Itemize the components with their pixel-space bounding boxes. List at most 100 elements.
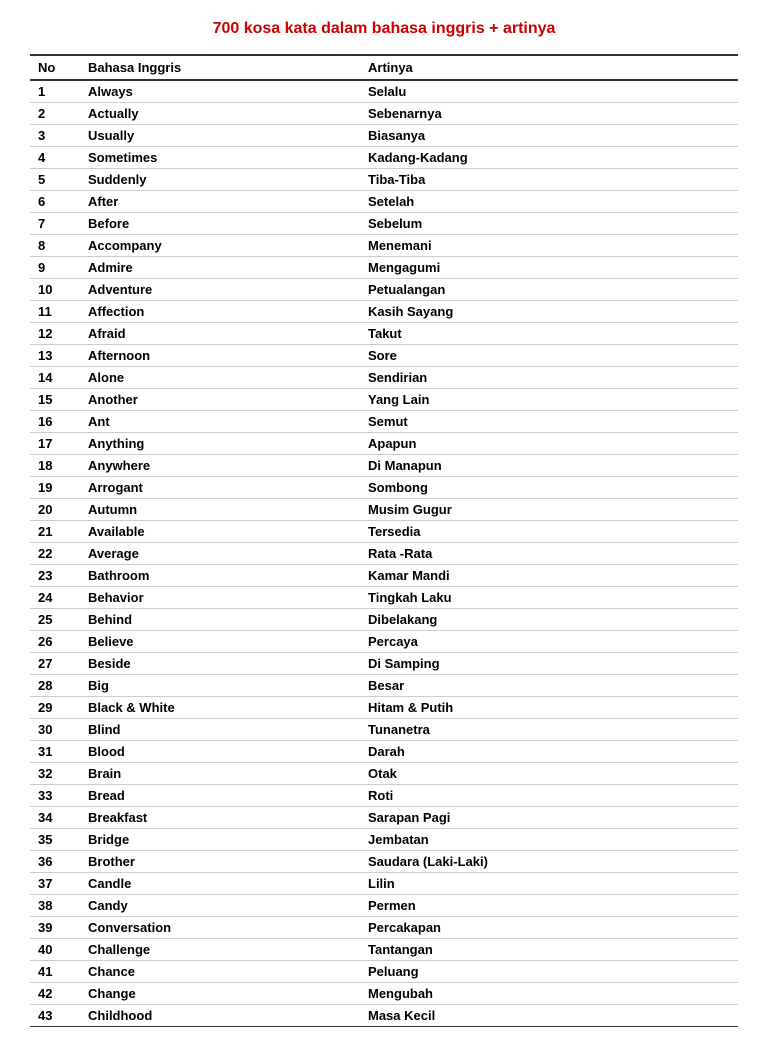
cell-number: 12: [30, 323, 80, 345]
cell-english: Black & White: [80, 697, 360, 719]
cell-english: Conversation: [80, 917, 360, 939]
vocabulary-table: No Bahasa Inggris Artinya 1AlwaysSelalu2…: [30, 54, 738, 1027]
cell-number: 1: [30, 80, 80, 103]
cell-number: 5: [30, 169, 80, 191]
cell-english: Always: [80, 80, 360, 103]
cell-number: 6: [30, 191, 80, 213]
cell-meaning: Tunanetra: [360, 719, 738, 741]
cell-english: Suddenly: [80, 169, 360, 191]
cell-number: 32: [30, 763, 80, 785]
table-row: 21AvailableTersedia: [30, 521, 738, 543]
cell-english: Candle: [80, 873, 360, 895]
cell-meaning: Sarapan Pagi: [360, 807, 738, 829]
table-row: 1AlwaysSelalu: [30, 80, 738, 103]
table-row: 17AnythingApapun: [30, 433, 738, 455]
cell-number: 7: [30, 213, 80, 235]
cell-number: 4: [30, 147, 80, 169]
cell-number: 40: [30, 939, 80, 961]
cell-number: 28: [30, 675, 80, 697]
cell-english: Believe: [80, 631, 360, 653]
cell-meaning: Sore: [360, 345, 738, 367]
table-row: 26BelievePercaya: [30, 631, 738, 653]
cell-meaning: Percakapan: [360, 917, 738, 939]
table-header: No Bahasa Inggris Artinya: [30, 55, 738, 80]
table-row: 34BreakfastSarapan Pagi: [30, 807, 738, 829]
cell-meaning: Tingkah Laku: [360, 587, 738, 609]
cell-english: Brother: [80, 851, 360, 873]
cell-english: Bathroom: [80, 565, 360, 587]
cell-english: Average: [80, 543, 360, 565]
cell-number: 20: [30, 499, 80, 521]
cell-english: Actually: [80, 103, 360, 125]
cell-meaning: Setelah: [360, 191, 738, 213]
cell-number: 35: [30, 829, 80, 851]
cell-number: 33: [30, 785, 80, 807]
table-row: 41ChancePeluang: [30, 961, 738, 983]
cell-meaning: Rata -Rata: [360, 543, 738, 565]
cell-meaning: Tiba-Tiba: [360, 169, 738, 191]
cell-number: 26: [30, 631, 80, 653]
cell-english: Before: [80, 213, 360, 235]
cell-meaning: Di Samping: [360, 653, 738, 675]
cell-meaning: Yang Lain: [360, 389, 738, 411]
table-row: 22AverageRata -Rata: [30, 543, 738, 565]
cell-number: 10: [30, 279, 80, 301]
header-row: No Bahasa Inggris Artinya: [30, 55, 738, 80]
cell-number: 13: [30, 345, 80, 367]
table-body: 1AlwaysSelalu2ActuallySebenarnya3Usually…: [30, 80, 738, 1027]
cell-meaning: Semut: [360, 411, 738, 433]
cell-number: 19: [30, 477, 80, 499]
cell-english: Candy: [80, 895, 360, 917]
cell-english: Sometimes: [80, 147, 360, 169]
cell-number: 8: [30, 235, 80, 257]
cell-meaning: Sebenarnya: [360, 103, 738, 125]
cell-english: After: [80, 191, 360, 213]
cell-english: Afternoon: [80, 345, 360, 367]
table-row: 12AfraidTakut: [30, 323, 738, 345]
table-row: 14AloneSendirian: [30, 367, 738, 389]
table-row: 11AffectionKasih Sayang: [30, 301, 738, 323]
cell-number: 16: [30, 411, 80, 433]
cell-english: Behavior: [80, 587, 360, 609]
cell-meaning: Selalu: [360, 80, 738, 103]
cell-meaning: Darah: [360, 741, 738, 763]
cell-number: 18: [30, 455, 80, 477]
cell-meaning: Petualangan: [360, 279, 738, 301]
cell-number: 41: [30, 961, 80, 983]
cell-meaning: Otak: [360, 763, 738, 785]
cell-english: Adventure: [80, 279, 360, 301]
cell-english: Another: [80, 389, 360, 411]
table-row: 42ChangeMengubah: [30, 983, 738, 1005]
cell-meaning: Musim Gugur: [360, 499, 738, 521]
cell-meaning: Mengagumi: [360, 257, 738, 279]
table-row: 40ChallengeTantangan: [30, 939, 738, 961]
cell-meaning: Mengubah: [360, 983, 738, 1005]
table-row: 25BehindDibelakang: [30, 609, 738, 631]
cell-english: Available: [80, 521, 360, 543]
cell-meaning: Hitam & Putih: [360, 697, 738, 719]
cell-english: Behind: [80, 609, 360, 631]
cell-english: Beside: [80, 653, 360, 675]
cell-english: Challenge: [80, 939, 360, 961]
table-row: 16AntSemut: [30, 411, 738, 433]
table-row: 33BreadRoti: [30, 785, 738, 807]
cell-english: Arrogant: [80, 477, 360, 499]
table-row: 13AfternoonSore: [30, 345, 738, 367]
table-row: 43ChildhoodMasa Kecil: [30, 1005, 738, 1027]
cell-number: 14: [30, 367, 80, 389]
cell-english: Anything: [80, 433, 360, 455]
table-row: 4SometimesKadang-Kadang: [30, 147, 738, 169]
cell-english: Bridge: [80, 829, 360, 851]
cell-english: Affection: [80, 301, 360, 323]
cell-english: Blind: [80, 719, 360, 741]
cell-number: 43: [30, 1005, 80, 1027]
table-row: 35BridgeJembatan: [30, 829, 738, 851]
cell-english: Chance: [80, 961, 360, 983]
cell-number: 27: [30, 653, 80, 675]
col-english: Bahasa Inggris: [80, 55, 360, 80]
table-row: 10AdventurePetualangan: [30, 279, 738, 301]
cell-english: Usually: [80, 125, 360, 147]
cell-meaning: Apapun: [360, 433, 738, 455]
table-row: 18AnywhereDi Manapun: [30, 455, 738, 477]
cell-number: 25: [30, 609, 80, 631]
